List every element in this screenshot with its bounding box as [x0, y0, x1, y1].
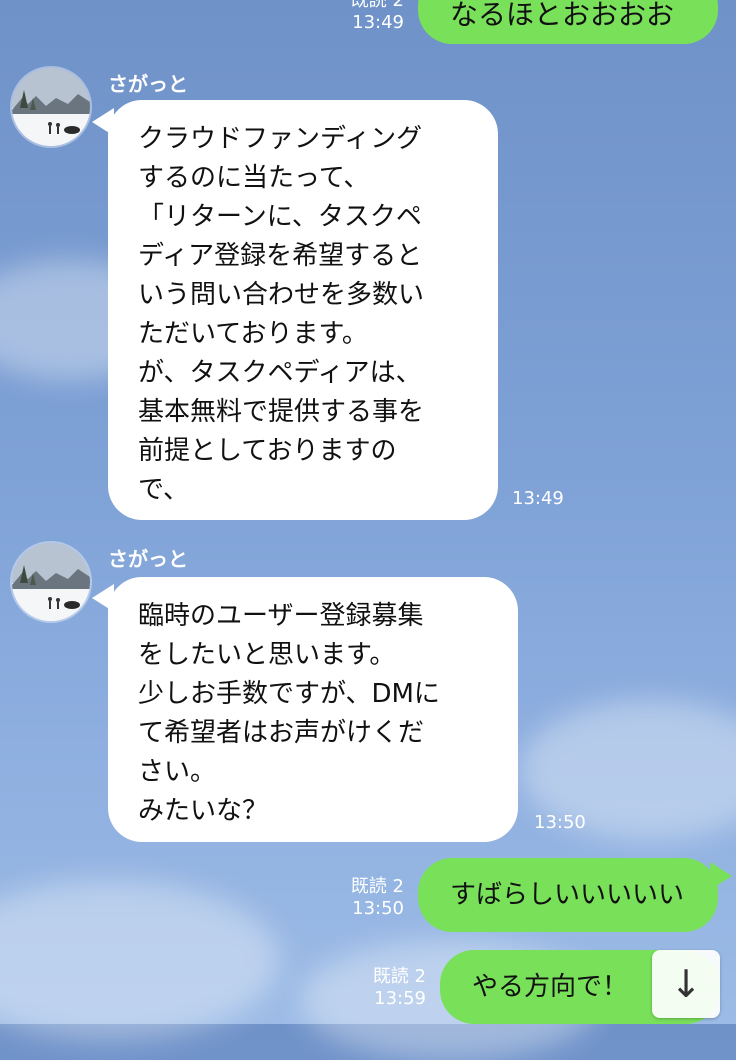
read-receipt: 既読 2 13:59 — [373, 966, 426, 1010]
scroll-to-bottom-button[interactable]: ↓ — [652, 950, 720, 1018]
snow-landscape-avatar-image — [12, 543, 90, 621]
sender-avatar[interactable] — [12, 68, 90, 146]
snow-landscape-avatar-image — [12, 68, 90, 146]
message-text: なるほとおおおお — [450, 0, 675, 31]
outgoing-message-bubble[interactable]: なるほとおおおお — [418, 0, 718, 44]
message-time: 13:49 — [352, 12, 404, 33]
message-text: クラウドファンディング するのに当たって、 「リターンに、タスクペ ディア登録を… — [138, 124, 425, 505]
message-text: 臨時のユーザー登録募集 をしたいと思います。 少しお手数ですが、DMに て希望者… — [138, 601, 440, 826]
message-time: 13:49 — [512, 488, 564, 509]
message-time: 13:59 — [374, 988, 426, 1009]
read-count-label: 既読 2 — [350, 0, 404, 11]
read-receipt: 既読 2 13:50 — [351, 876, 404, 920]
read-count-label: 既読 2 — [372, 966, 426, 987]
incoming-message-bubble[interactable]: 臨時のユーザー登録募集 をしたいと思います。 少しお手数ですが、DMに て希望者… — [108, 577, 518, 842]
incoming-message-bubble[interactable]: クラウドファンディング するのに当たって、 「リターンに、タスクペ ディア登録を… — [108, 100, 498, 520]
message-time: 13:50 — [534, 812, 586, 833]
read-receipt: 既読 2 13:49 — [351, 0, 404, 34]
outgoing-message-bubble[interactable]: すばらしいいいいい — [418, 858, 718, 932]
sender-name: さがっと — [108, 547, 188, 571]
sender-avatar[interactable] — [12, 543, 90, 621]
message-text: やる方向で！ — [472, 972, 629, 1002]
arrow-down-icon: ↓ — [670, 962, 702, 1006]
read-count-label: 既読 2 — [350, 876, 404, 897]
message-text: すばらしいいいいい — [450, 880, 685, 910]
message-time: 13:50 — [352, 898, 404, 919]
sender-name: さがっと — [108, 72, 188, 96]
